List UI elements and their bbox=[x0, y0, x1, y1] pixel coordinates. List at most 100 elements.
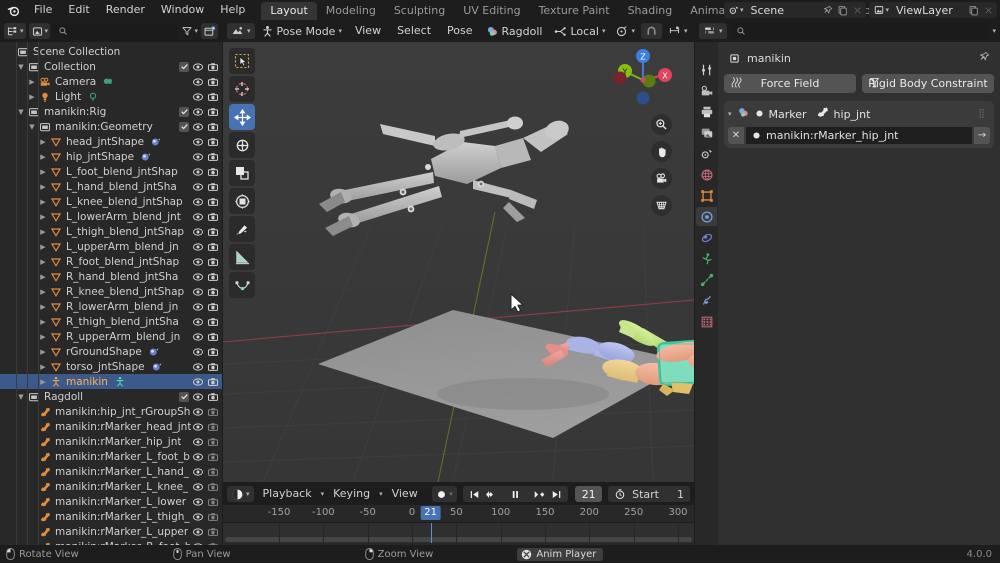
outliner-row[interactable]: manikin:rMarker_L_lower bbox=[0, 494, 222, 509]
new-collection-icon[interactable] bbox=[201, 23, 218, 39]
outliner-row[interactable]: ▶ R_knee_blend_jntShap bbox=[0, 284, 222, 299]
disable-in-renders-icon[interactable] bbox=[207, 271, 219, 283]
properties-options-icon[interactable]: ▾ bbox=[992, 27, 996, 35]
delete-viewlayer-icon[interactable] bbox=[981, 3, 996, 17]
outliner-row[interactable]: ▶ L_lowerArm_blend_jnt bbox=[0, 209, 222, 224]
scale-tool[interactable] bbox=[229, 160, 255, 186]
outliner-row[interactable]: ▶ rGroundShape bbox=[0, 344, 222, 359]
outliner-row[interactable]: ▶ L_thigh_blend_jntShap bbox=[0, 224, 222, 239]
hide-in-viewport-icon[interactable] bbox=[192, 256, 204, 268]
zoom-view-icon[interactable] bbox=[651, 114, 672, 135]
disable-in-renders-icon[interactable] bbox=[207, 181, 219, 193]
outliner-row[interactable]: ▼ Ragdoll bbox=[0, 389, 222, 404]
outliner-display-mode-icon[interactable]: ▾ bbox=[4, 23, 26, 39]
workspace-tab-shading[interactable]: Shading bbox=[619, 2, 682, 20]
timeline-track-area[interactable] bbox=[223, 523, 694, 543]
exclude-checkbox[interactable] bbox=[179, 391, 189, 402]
new-scene-icon[interactable] bbox=[835, 3, 850, 17]
disable-in-renders-icon[interactable] bbox=[207, 106, 219, 118]
object-tab[interactable] bbox=[696, 186, 717, 205]
tool-tab[interactable] bbox=[696, 60, 717, 79]
disable-in-renders-icon[interactable] bbox=[207, 466, 219, 478]
disable-in-renders-icon[interactable] bbox=[207, 121, 219, 133]
snap-increment-icon[interactable]: ▾ bbox=[664, 23, 692, 39]
filter-id-icon[interactable]: ▾ bbox=[28, 23, 51, 39]
disable-in-renders-icon[interactable] bbox=[207, 481, 219, 493]
outliner-row[interactable]: manikin:rMarker_L_hand_ bbox=[0, 464, 222, 479]
viewport-menu-pose[interactable]: Pose bbox=[440, 23, 479, 39]
outliner-row[interactable]: manikin:rMarker_hip_jnt bbox=[0, 434, 222, 449]
outliner-row[interactable]: ▶ head_jntShape bbox=[0, 134, 222, 149]
hide-in-viewport-icon[interactable] bbox=[192, 331, 204, 343]
annotate-tool[interactable] bbox=[229, 216, 255, 242]
modifiers-tab[interactable] bbox=[696, 207, 717, 226]
disable-in-renders-icon[interactable] bbox=[207, 241, 219, 253]
scene-browse-icon[interactable]: ▾ bbox=[725, 3, 747, 17]
viewlayer-name[interactable]: ViewLayer bbox=[892, 4, 966, 17]
workspace-tab-uv-editing[interactable]: UV Editing bbox=[454, 2, 529, 20]
hide-in-viewport-icon[interactable] bbox=[192, 421, 204, 433]
disable-in-renders-icon[interactable] bbox=[207, 436, 219, 448]
viewport-menu-ragdoll[interactable]: Ragdoll bbox=[482, 23, 547, 39]
disable-in-renders-icon[interactable] bbox=[207, 91, 219, 103]
disable-in-renders-icon[interactable] bbox=[207, 301, 219, 313]
disable-in-renders-icon[interactable] bbox=[207, 496, 219, 508]
outliner-row[interactable]: ▶ R_lowerArm_blend_jn bbox=[0, 299, 222, 314]
disable-in-renders-icon[interactable] bbox=[207, 76, 219, 88]
preview-range-control[interactable]: Start 1 bbox=[608, 486, 690, 502]
measure-tool[interactable] bbox=[229, 244, 255, 270]
hide-in-viewport-icon[interactable] bbox=[192, 136, 204, 148]
anim-player-pill[interactable]: Anim Player bbox=[517, 547, 604, 561]
scene-tab[interactable] bbox=[696, 144, 717, 163]
drag-grip-icon[interactable]: ⣿ bbox=[978, 109, 986, 119]
disable-in-renders-icon[interactable] bbox=[207, 256, 219, 268]
disable-in-renders-icon[interactable] bbox=[207, 61, 219, 73]
hide-in-viewport-icon[interactable] bbox=[192, 91, 204, 103]
timeline-horizontal-scrollbar[interactable] bbox=[225, 537, 692, 542]
data-tab[interactable] bbox=[696, 291, 717, 310]
tweak-select-box-tool[interactable] bbox=[229, 48, 255, 74]
start-value[interactable]: 1 bbox=[665, 488, 684, 501]
viewport-menu-view[interactable]: View bbox=[348, 23, 388, 39]
hide-in-viewport-icon[interactable] bbox=[192, 196, 204, 208]
hide-in-viewport-icon[interactable] bbox=[192, 451, 204, 463]
exclude-checkbox[interactable] bbox=[179, 106, 189, 117]
hide-in-viewport-icon[interactable] bbox=[192, 301, 204, 313]
outliner-row[interactable]: ▶ Camera bbox=[0, 74, 222, 89]
outliner-row[interactable]: ▶ R_foot_blend_jntShap bbox=[0, 254, 222, 269]
timeline-menu-view[interactable]: View bbox=[385, 486, 425, 502]
disable-in-renders-icon[interactable] bbox=[207, 316, 219, 328]
rotate-tool[interactable] bbox=[229, 132, 255, 158]
hide-in-viewport-icon[interactable] bbox=[192, 241, 204, 253]
pivot-point-icon[interactable]: ▾ bbox=[611, 23, 639, 39]
disable-in-renders-icon[interactable] bbox=[207, 226, 219, 238]
current-frame-field[interactable]: 21 bbox=[575, 486, 603, 502]
scene-name[interactable]: Scene bbox=[746, 4, 820, 17]
hide-in-viewport-icon[interactable] bbox=[192, 151, 204, 163]
timeline-menu-playback[interactable]: Playback bbox=[256, 486, 319, 502]
viewlayer-tab[interactable] bbox=[696, 123, 717, 142]
outliner-row[interactable]: manikin:rMarker_L_thigh_ bbox=[0, 509, 222, 524]
transform-orientation-selector[interactable]: Local ▾ bbox=[550, 23, 609, 39]
workspace-tab-sculpting[interactable]: Sculpting bbox=[385, 2, 454, 20]
constraints-tab[interactable] bbox=[696, 270, 717, 289]
outliner-row[interactable]: manikin:hip_jnt_rGroupSh bbox=[0, 404, 222, 419]
editor-type-timeline-icon[interactable]: ▾ bbox=[227, 486, 254, 502]
hide-in-viewport-icon[interactable] bbox=[192, 361, 204, 373]
timeline-editor[interactable]: ▾ Playback ▾ Keying ▾ View ▾ 21 Start 1 … bbox=[223, 483, 694, 545]
timeline-ruler[interactable]: -150 -100 -50 0 50 100 150 200 250 300 21 bbox=[223, 505, 694, 523]
output-tab[interactable] bbox=[696, 102, 717, 121]
hide-in-viewport-icon[interactable] bbox=[192, 106, 204, 118]
outliner-row[interactable]: ▶ hip_jntShape bbox=[0, 149, 222, 164]
force-field-button[interactable]: Force Field bbox=[724, 74, 856, 93]
outliner-row[interactable]: ▼ manikin:Rig bbox=[0, 104, 222, 119]
hide-in-viewport-icon[interactable] bbox=[192, 316, 204, 328]
disable-in-renders-icon[interactable] bbox=[207, 211, 219, 223]
outliner-row[interactable]: ▶ R_hand_blend_jntSha bbox=[0, 269, 222, 284]
pin-scene-icon[interactable] bbox=[820, 3, 835, 17]
blender-logo-icon[interactable] bbox=[0, 0, 26, 20]
hide-in-viewport-icon[interactable] bbox=[192, 211, 204, 223]
marker-name-field[interactable]: manikin:rMarker_hip_jnt bbox=[746, 127, 972, 144]
disable-in-renders-icon[interactable] bbox=[207, 511, 219, 523]
hide-in-viewport-icon[interactable] bbox=[192, 391, 204, 403]
